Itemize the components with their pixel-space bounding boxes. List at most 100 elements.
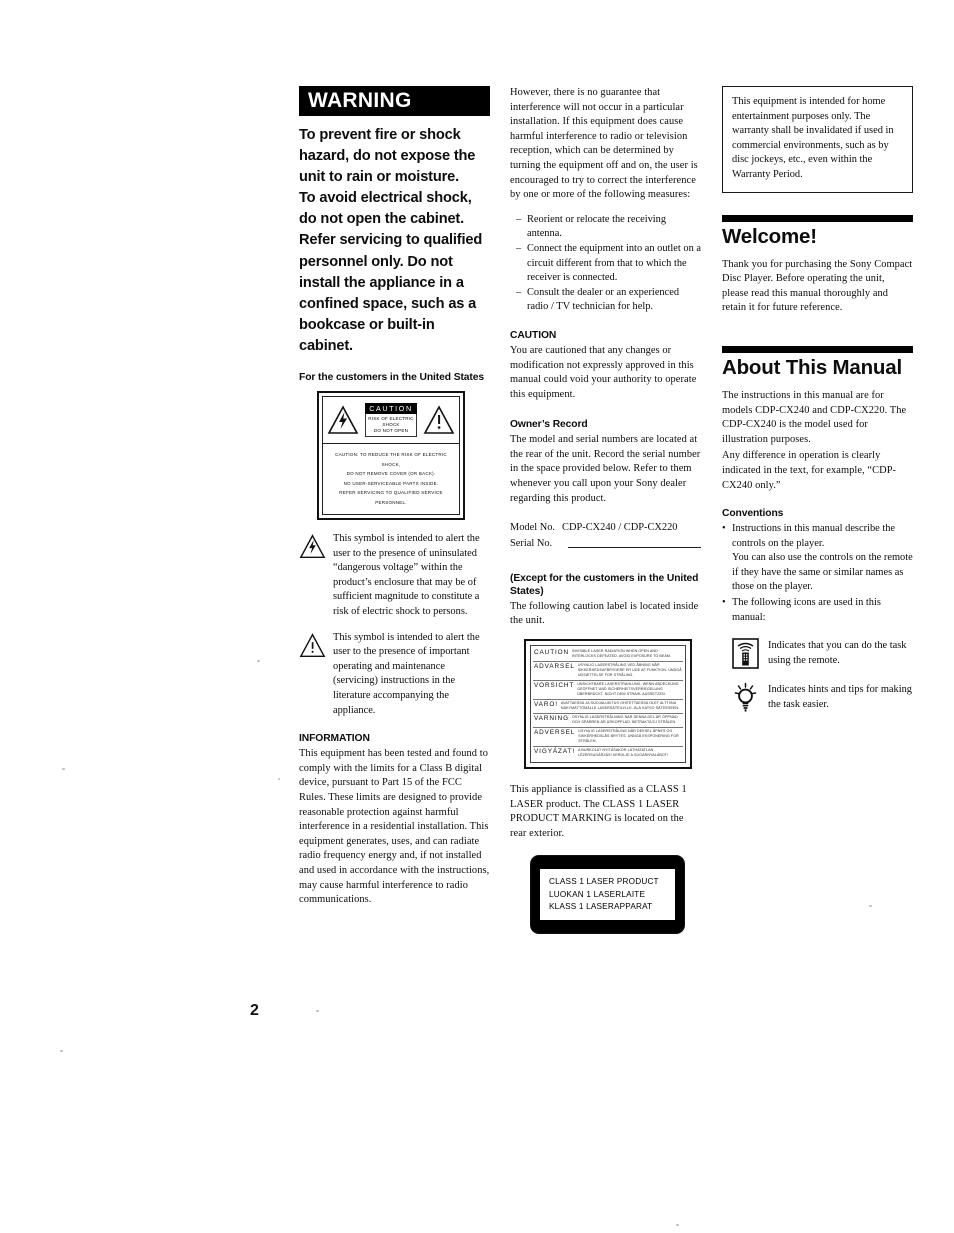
symbol-voltage-text: This symbol is intended to alert the use… — [333, 533, 480, 617]
class1-line-1: CLASS 1 LASER PRODUCT — [549, 877, 659, 887]
serial-number-label: Serial No. — [510, 537, 553, 549]
lightbulb-tip-icon — [722, 680, 768, 713]
about-manual-paragraph-2: Any difference in operation is clearly i… — [722, 450, 897, 491]
laser-lang-text: AVATTAESSA JA SUOJALUKITUS OHITETTAESSA … — [560, 701, 680, 711]
laser-lang: ADVARSEL — [534, 663, 575, 671]
about-manual-heading-group: About This Manual — [722, 345, 913, 381]
serial-number-field[interactable] — [568, 536, 701, 548]
scan-speck — [316, 1010, 319, 1012]
caution-bottom-line-1: CAUTION: TO REDUCE THE RISK OF ELECTRIC … — [335, 452, 447, 467]
exclamation-triangle-icon — [419, 397, 459, 443]
scan-speck — [869, 905, 872, 907]
section-rule — [722, 214, 913, 222]
risk-line-1: RISK OF ELECTRIC SHOCK — [368, 416, 414, 428]
warning-line-2: To avoid electrical shock, do not open t… — [299, 190, 483, 354]
dash-marker: – — [516, 242, 522, 254]
model-number-row: Model No. CDP-CX240 / CDP-CX220 — [510, 520, 701, 536]
list-item: – Consult the dealer or an experienced r… — [510, 286, 701, 315]
dash-marker: – — [516, 213, 522, 225]
list-item: – Reorient or relocate the receiving ant… — [510, 213, 701, 242]
tip-icon-legend: Indicates hints and tips for making the … — [722, 680, 913, 713]
scan-speck — [676, 1224, 679, 1226]
symbol-explanation-servicing: This symbol is intended to alert the use… — [299, 631, 490, 719]
us-customers-heading: For the customers in the United States — [299, 372, 485, 384]
welcome-heading-group: Welcome! — [722, 214, 913, 250]
laser-lang-text: A BURKOLAT NYITÁSAKOR LÁTHATATLAN LÉZERS… — [578, 748, 669, 758]
caution-label-center: CAUTION RISK OF ELECTRIC SHOCK DO NOT OP… — [363, 397, 419, 443]
scan-speck — [60, 1050, 63, 1052]
scan-speck — [278, 778, 280, 780]
information-paragraph-2: However, there is no guarantee that inte… — [510, 87, 698, 201]
laser-lang-text: USYNLIG LASERSTRÅLING NÅR DEKSEL ÅPNES O… — [578, 729, 679, 744]
caution-risk-text: RISK OF ELECTRIC SHOCK DO NOT OPEN — [365, 414, 417, 438]
list-item: • The following icons are used in this m… — [722, 596, 913, 625]
conventions-heading: Conventions — [722, 508, 784, 520]
class1-laser-product-marking: CLASS 1 LASER PRODUCT LUOKAN 1 LASERLAIT… — [530, 855, 685, 935]
scan-speck — [257, 660, 260, 662]
column-left: WARNING To prevent fire or shock hazard,… — [299, 86, 490, 918]
risk-line-2: DO NOT OPEN — [373, 428, 409, 434]
laser-label-row: VARNING OSYNLIG LASERSTRÅLNING NÄR DENNA… — [533, 714, 683, 728]
caution-label-bottom: CAUTION: TO REDUCE THE RISK OF ELECTRIC … — [322, 444, 460, 516]
laser-lang-text: USYNLIG LASERSTRÅLING VED ÅBNING NÅR SIK… — [577, 663, 682, 678]
remote-icon-legend: Indicates that you can do the task using… — [722, 636, 913, 670]
exclamation-triangle-icon — [299, 631, 333, 719]
welcome-text: Thank you for purchasing the Sony Compac… — [722, 258, 913, 314]
caution-label-top: CAUTION RISK OF ELECTRIC SHOCK DO NOT OP… — [322, 396, 460, 445]
laser-lang-text: INVISIBLE LASER RADIATION WHEN OPEN AND … — [572, 649, 672, 659]
lightning-bolt-triangle-icon — [299, 532, 333, 620]
column-right: This equipment is intended for home ente… — [722, 86, 913, 717]
fcc-measures-list: – Reorient or relocate the receiving ant… — [510, 213, 701, 315]
convention-text: Instructions in this manual describe the… — [732, 523, 913, 593]
except-us-heading: (Except for the customers in the United … — [510, 572, 699, 597]
dash-marker: – — [516, 286, 522, 298]
symbol-servicing-text: This symbol is intended to alert the use… — [333, 631, 480, 716]
lightning-bolt-triangle-icon — [323, 397, 363, 443]
electric-shock-caution-label: CAUTION RISK OF ELECTRIC SHOCK DO NOT OP… — [317, 391, 465, 521]
laser-lang: VARNING — [534, 715, 569, 723]
measure-text: Consult the dealer or an experienced rad… — [527, 286, 680, 313]
laser-label-row: CAUTION INVISIBLE LASER RADIATION WHEN O… — [533, 648, 683, 662]
class1-marking-inner: CLASS 1 LASER PRODUCT LUOKAN 1 LASERLAIT… — [540, 869, 675, 921]
laser-lang: VIGYÁZAT! — [534, 748, 576, 756]
measure-text: Reorient or relocate the receiving anten… — [527, 213, 667, 240]
caution-bottom-line-2: DO NOT REMOVE COVER (OR BACK). — [346, 471, 436, 477]
caution-bottom-line-3: NO USER-SERVICEABLE PARTS INSIDE. — [343, 480, 439, 486]
model-number-label: Model No. — [510, 522, 556, 534]
laser-lang-text: OSYNLIG LASERSTRÅLNING NÄR DENNA DEL ÄR … — [571, 715, 678, 725]
about-manual-paragraph-1: The instructions in this manual are for … — [722, 389, 907, 445]
class1-line-3: KLASS 1 LASERAPPARAT — [549, 901, 653, 911]
scan-speck — [62, 768, 65, 770]
model-number-value: CDP-CX240 / CDP-CX220 — [562, 522, 678, 534]
laser-lang-text: UNSICHTBARE LASERSTRAHLUNG, WENN ABDECKU… — [577, 682, 679, 697]
class1-line-2: LUOKAN 1 LASERLAITE — [549, 889, 646, 899]
owners-record-text: The model and serial numbers are located… — [510, 434, 701, 504]
about-manual-title: About This Manual — [722, 355, 902, 379]
laser-label-row: ADVERSEL USYNLIG LASERSTRÅLING NÅR DEKSE… — [533, 728, 683, 747]
laser-label-row: VARO! AVATTAESSA JA SUOJALUKITUS OHITETT… — [533, 700, 683, 714]
home-use-note: This equipment is intended for home ente… — [722, 86, 913, 193]
caution-heading: CAUTION — [510, 329, 557, 341]
bullet-marker: • — [722, 523, 726, 535]
page-number: 2 — [250, 1002, 259, 1019]
caution-word: CAUTION — [365, 402, 417, 415]
bullet-marker: • — [722, 597, 726, 609]
section-rule — [722, 345, 913, 353]
caution-bottom-line-4: REFER SERVICING TO QUALIFIED SERVICE PER… — [339, 490, 443, 505]
caution-text: You are cautioned that any changes or mo… — [510, 344, 697, 400]
welcome-title: Welcome! — [722, 224, 817, 248]
list-item: – Connect the equipment into an outlet o… — [510, 242, 701, 286]
owners-record-heading: Owner’s Record — [510, 419, 588, 431]
remote-icon-text: Indicates that you can do the task using… — [768, 640, 907, 666]
column-center: However, there is no guarantee that inte… — [510, 86, 701, 935]
except-us-text: The following caution label is located i… — [510, 600, 699, 627]
symbol-explanation-voltage: This symbol is intended to alert the use… — [299, 532, 490, 620]
laser-label-row: VORSICHT UNSICHTBARE LASERSTRAHLUNG, WEN… — [533, 681, 683, 700]
laser-label-row: ADVARSEL USYNLIG LASERSTRÅLING VED ÅBNIN… — [533, 662, 683, 681]
warning-line-1: To prevent fire or shock hazard, do not … — [299, 127, 476, 186]
laser-lang: VARO! — [534, 701, 558, 709]
warning-body: To prevent fire or shock hazard, do not … — [299, 125, 490, 357]
information-heading: INFORMATION — [299, 733, 370, 745]
multilingual-laser-caution-label: CAUTION INVISIBLE LASER RADIATION WHEN O… — [524, 638, 692, 769]
list-item: • Instructions in this manual describe t… — [722, 522, 913, 595]
